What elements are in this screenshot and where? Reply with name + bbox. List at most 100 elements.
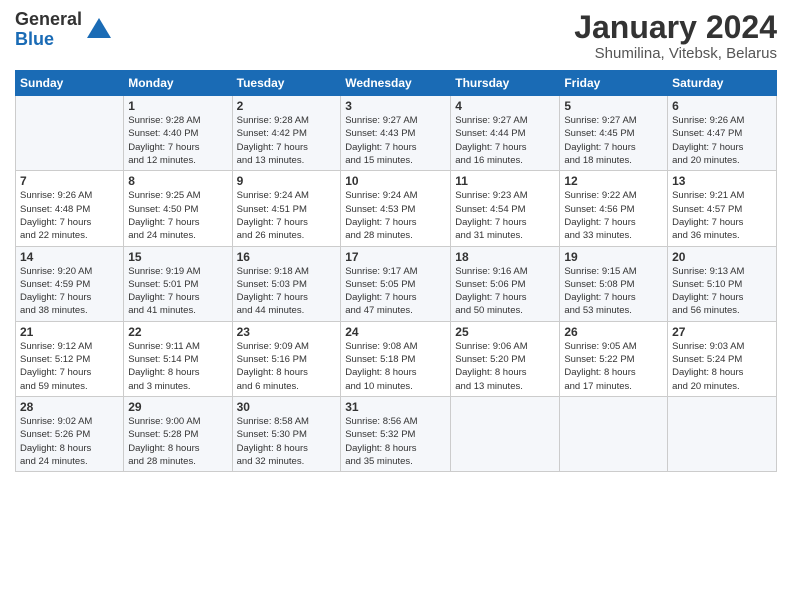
logo-text-block: General Blue	[15, 10, 113, 50]
day-info: Sunrise: 9:24 AM Sunset: 4:51 PM Dayligh…	[237, 189, 337, 242]
calendar-table: SundayMondayTuesdayWednesdayThursdayFrid…	[15, 70, 777, 472]
calendar-cell: 13Sunrise: 9:21 AM Sunset: 4:57 PM Dayli…	[668, 171, 777, 246]
weekday-header-wednesday: Wednesday	[341, 71, 451, 96]
day-number: 11	[455, 174, 555, 188]
day-number: 15	[128, 250, 227, 264]
calendar-cell: 21Sunrise: 9:12 AM Sunset: 5:12 PM Dayli…	[16, 321, 124, 396]
calendar-cell: 8Sunrise: 9:25 AM Sunset: 4:50 PM Daylig…	[124, 171, 232, 246]
day-number: 24	[345, 325, 446, 339]
weekday-header-monday: Monday	[124, 71, 232, 96]
calendar-cell: 11Sunrise: 9:23 AM Sunset: 4:54 PM Dayli…	[451, 171, 560, 246]
calendar-cell: 25Sunrise: 9:06 AM Sunset: 5:20 PM Dayli…	[451, 321, 560, 396]
day-number: 19	[564, 250, 663, 264]
calendar-cell: 22Sunrise: 9:11 AM Sunset: 5:14 PM Dayli…	[124, 321, 232, 396]
calendar-cell: 5Sunrise: 9:27 AM Sunset: 4:45 PM Daylig…	[560, 96, 668, 171]
calendar-cell: 30Sunrise: 8:58 AM Sunset: 5:30 PM Dayli…	[232, 396, 341, 471]
day-info: Sunrise: 9:11 AM Sunset: 5:14 PM Dayligh…	[128, 340, 227, 393]
day-info: Sunrise: 9:22 AM Sunset: 4:56 PM Dayligh…	[564, 189, 663, 242]
calendar-cell: 16Sunrise: 9:18 AM Sunset: 5:03 PM Dayli…	[232, 246, 341, 321]
calendar-cell: 4Sunrise: 9:27 AM Sunset: 4:44 PM Daylig…	[451, 96, 560, 171]
day-number: 30	[237, 400, 337, 414]
day-info: Sunrise: 9:00 AM Sunset: 5:28 PM Dayligh…	[128, 415, 227, 468]
day-info: Sunrise: 9:15 AM Sunset: 5:08 PM Dayligh…	[564, 265, 663, 318]
calendar-cell: 10Sunrise: 9:24 AM Sunset: 4:53 PM Dayli…	[341, 171, 451, 246]
day-number: 27	[672, 325, 772, 339]
calendar-cell: 24Sunrise: 9:08 AM Sunset: 5:18 PM Dayli…	[341, 321, 451, 396]
day-info: Sunrise: 9:20 AM Sunset: 4:59 PM Dayligh…	[20, 265, 119, 318]
day-number: 18	[455, 250, 555, 264]
calendar-cell: 14Sunrise: 9:20 AM Sunset: 4:59 PM Dayli…	[16, 246, 124, 321]
day-number: 21	[20, 325, 119, 339]
weekday-header-sunday: Sunday	[16, 71, 124, 96]
day-number: 7	[20, 174, 119, 188]
day-info: Sunrise: 9:05 AM Sunset: 5:22 PM Dayligh…	[564, 340, 663, 393]
day-number: 29	[128, 400, 227, 414]
calendar-cell: 26Sunrise: 9:05 AM Sunset: 5:22 PM Dayli…	[560, 321, 668, 396]
day-info: Sunrise: 9:12 AM Sunset: 5:12 PM Dayligh…	[20, 340, 119, 393]
day-number: 13	[672, 174, 772, 188]
day-number: 25	[455, 325, 555, 339]
day-info: Sunrise: 9:28 AM Sunset: 4:40 PM Dayligh…	[128, 114, 227, 167]
day-info: Sunrise: 9:17 AM Sunset: 5:05 PM Dayligh…	[345, 265, 446, 318]
calendar-cell: 31Sunrise: 8:56 AM Sunset: 5:32 PM Dayli…	[341, 396, 451, 471]
day-info: Sunrise: 9:03 AM Sunset: 5:24 PM Dayligh…	[672, 340, 772, 393]
weekday-header-tuesday: Tuesday	[232, 71, 341, 96]
calendar-cell: 6Sunrise: 9:26 AM Sunset: 4:47 PM Daylig…	[668, 96, 777, 171]
day-number: 17	[345, 250, 446, 264]
day-info: Sunrise: 9:27 AM Sunset: 4:44 PM Dayligh…	[455, 114, 555, 167]
day-number: 20	[672, 250, 772, 264]
day-number: 8	[128, 174, 227, 188]
location-subtitle: Shumilina, Vitebsk, Belarus	[574, 45, 777, 62]
weekday-header-thursday: Thursday	[451, 71, 560, 96]
calendar-cell: 2Sunrise: 9:28 AM Sunset: 4:42 PM Daylig…	[232, 96, 341, 171]
calendar-cell	[16, 96, 124, 171]
day-info: Sunrise: 8:58 AM Sunset: 5:30 PM Dayligh…	[237, 415, 337, 468]
day-info: Sunrise: 9:13 AM Sunset: 5:10 PM Dayligh…	[672, 265, 772, 318]
calendar-page: General Blue January 2024 Shumilina, Vit…	[0, 0, 792, 612]
day-info: Sunrise: 9:27 AM Sunset: 4:43 PM Dayligh…	[345, 114, 446, 167]
day-info: Sunrise: 9:27 AM Sunset: 4:45 PM Dayligh…	[564, 114, 663, 167]
calendar-cell: 15Sunrise: 9:19 AM Sunset: 5:01 PM Dayli…	[124, 246, 232, 321]
day-number: 2	[237, 99, 337, 113]
day-number: 12	[564, 174, 663, 188]
day-info: Sunrise: 9:23 AM Sunset: 4:54 PM Dayligh…	[455, 189, 555, 242]
calendar-cell: 9Sunrise: 9:24 AM Sunset: 4:51 PM Daylig…	[232, 171, 341, 246]
day-number: 5	[564, 99, 663, 113]
calendar-week-2: 7Sunrise: 9:26 AM Sunset: 4:48 PM Daylig…	[16, 171, 777, 246]
calendar-cell: 1Sunrise: 9:28 AM Sunset: 4:40 PM Daylig…	[124, 96, 232, 171]
day-number: 10	[345, 174, 446, 188]
day-info: Sunrise: 9:24 AM Sunset: 4:53 PM Dayligh…	[345, 189, 446, 242]
day-number: 1	[128, 99, 227, 113]
logo-blue: Blue	[15, 29, 54, 49]
title-block: January 2024 Shumilina, Vitebsk, Belarus	[574, 10, 777, 62]
day-number: 14	[20, 250, 119, 264]
calendar-cell: 18Sunrise: 9:16 AM Sunset: 5:06 PM Dayli…	[451, 246, 560, 321]
calendar-cell: 23Sunrise: 9:09 AM Sunset: 5:16 PM Dayli…	[232, 321, 341, 396]
weekday-header-row: SundayMondayTuesdayWednesdayThursdayFrid…	[16, 71, 777, 96]
logo: General Blue	[15, 10, 113, 50]
day-info: Sunrise: 9:26 AM Sunset: 4:48 PM Dayligh…	[20, 189, 119, 242]
day-info: Sunrise: 9:21 AM Sunset: 4:57 PM Dayligh…	[672, 189, 772, 242]
day-info: Sunrise: 9:02 AM Sunset: 5:26 PM Dayligh…	[20, 415, 119, 468]
calendar-cell	[668, 396, 777, 471]
day-number: 22	[128, 325, 227, 339]
calendar-week-5: 28Sunrise: 9:02 AM Sunset: 5:26 PM Dayli…	[16, 396, 777, 471]
calendar-cell: 7Sunrise: 9:26 AM Sunset: 4:48 PM Daylig…	[16, 171, 124, 246]
calendar-cell: 3Sunrise: 9:27 AM Sunset: 4:43 PM Daylig…	[341, 96, 451, 171]
logo-text: General Blue	[15, 10, 82, 50]
calendar-cell: 17Sunrise: 9:17 AM Sunset: 5:05 PM Dayli…	[341, 246, 451, 321]
day-number: 4	[455, 99, 555, 113]
calendar-cell: 29Sunrise: 9:00 AM Sunset: 5:28 PM Dayli…	[124, 396, 232, 471]
weekday-header-friday: Friday	[560, 71, 668, 96]
day-info: Sunrise: 9:25 AM Sunset: 4:50 PM Dayligh…	[128, 189, 227, 242]
day-info: Sunrise: 9:28 AM Sunset: 4:42 PM Dayligh…	[237, 114, 337, 167]
day-info: Sunrise: 9:18 AM Sunset: 5:03 PM Dayligh…	[237, 265, 337, 318]
calendar-week-4: 21Sunrise: 9:12 AM Sunset: 5:12 PM Dayli…	[16, 321, 777, 396]
calendar-cell	[451, 396, 560, 471]
day-info: Sunrise: 9:19 AM Sunset: 5:01 PM Dayligh…	[128, 265, 227, 318]
day-number: 23	[237, 325, 337, 339]
calendar-cell: 20Sunrise: 9:13 AM Sunset: 5:10 PM Dayli…	[668, 246, 777, 321]
day-info: Sunrise: 9:09 AM Sunset: 5:16 PM Dayligh…	[237, 340, 337, 393]
day-number: 16	[237, 250, 337, 264]
logo-icon	[85, 16, 113, 44]
